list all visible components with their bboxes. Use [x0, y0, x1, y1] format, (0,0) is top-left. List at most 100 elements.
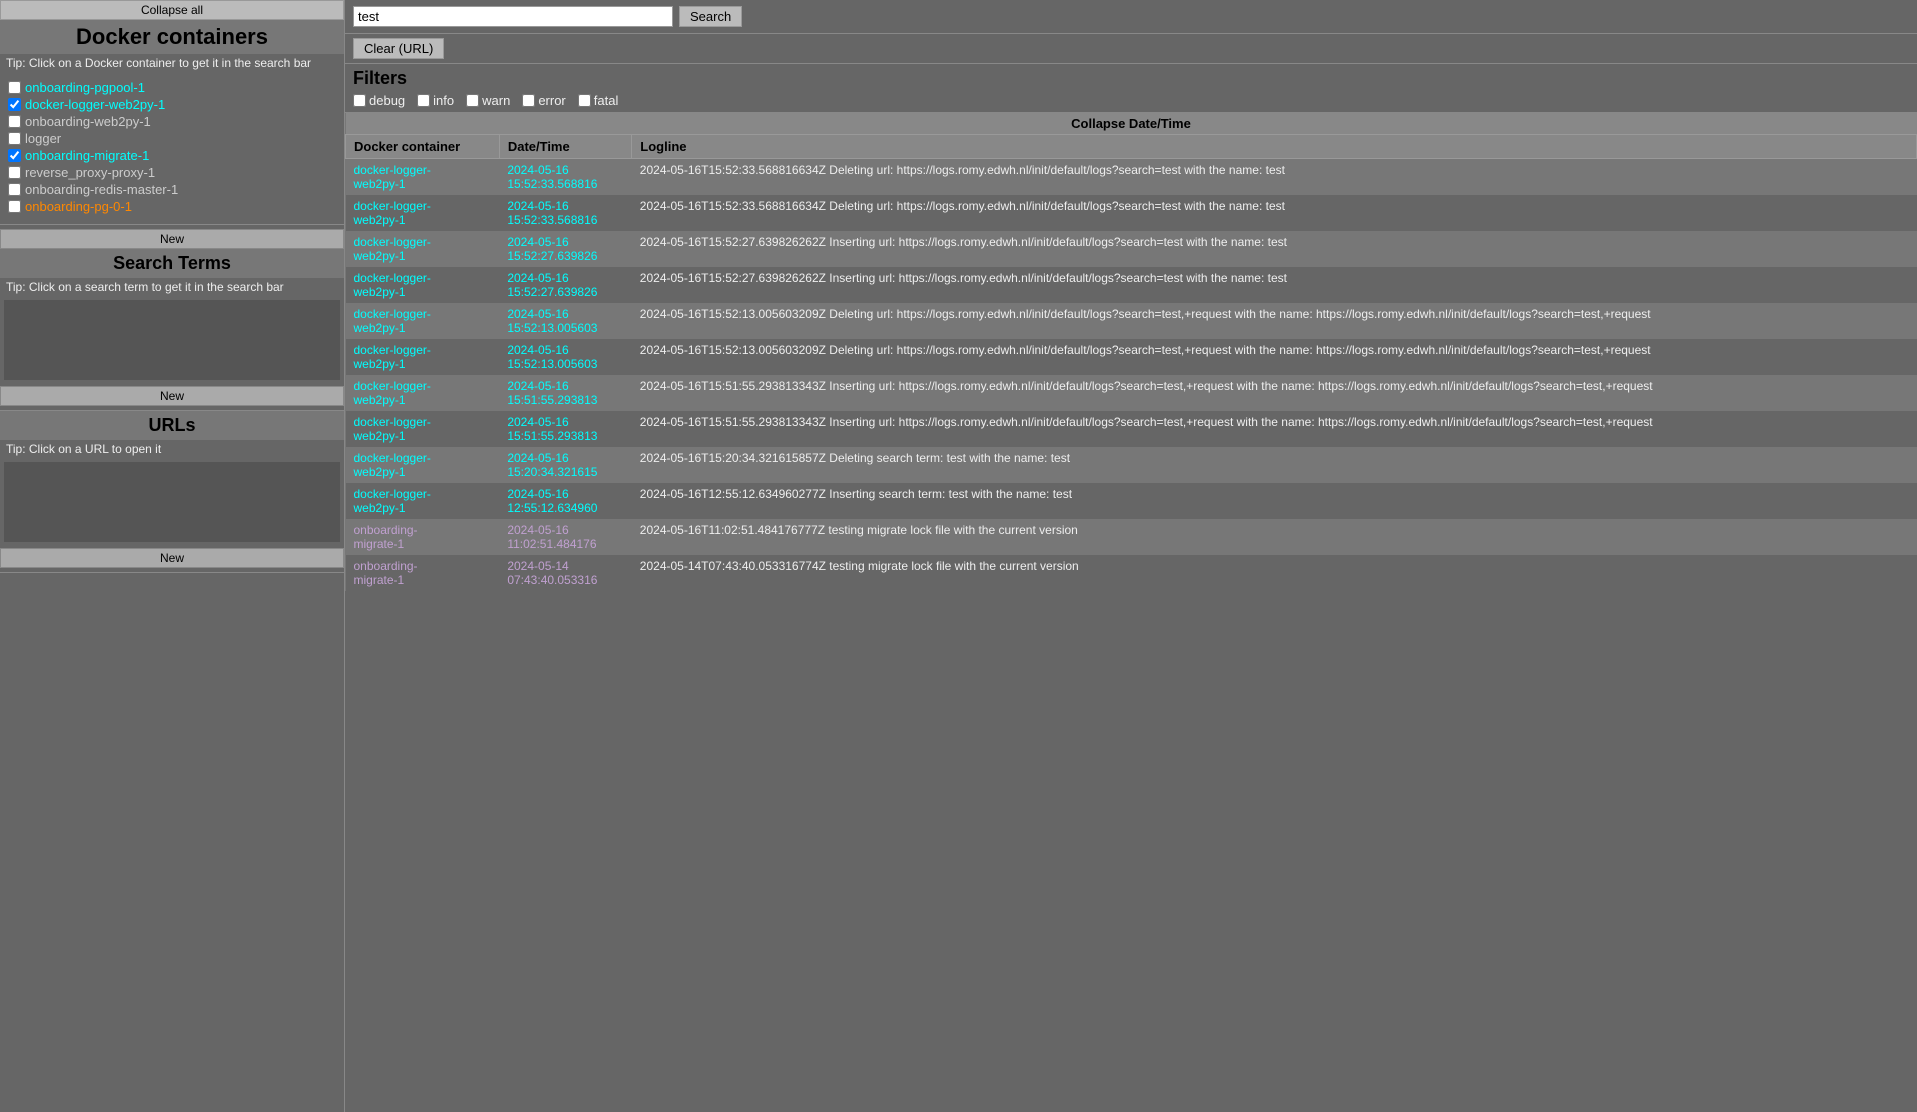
clear-url-button[interactable]: Clear (URL) — [353, 38, 444, 59]
log-container-cell[interactable]: docker-logger-web2py-1 — [346, 267, 500, 303]
filter-item-info: info — [417, 93, 454, 108]
log-logline-cell: 2024-05-16T15:52:27.639826262Z Inserting… — [632, 267, 1917, 303]
docker-containers-tip: Tip: Click on a Docker container to get … — [0, 54, 344, 74]
container-item[interactable]: docker-logger-web2py-1 — [8, 97, 336, 112]
table-row: docker-logger-web2py-12024-05-1612:55:12… — [346, 483, 1917, 519]
container-item[interactable]: onboarding-redis-master-1 — [8, 182, 336, 197]
docker-containers-section: Collapse all Docker containers Tip: Clic… — [0, 0, 344, 225]
container-link[interactable]: onboarding-web2py-1 — [25, 114, 151, 129]
collapse-datetime-row[interactable]: Collapse Date/Time — [346, 113, 1917, 135]
container-item[interactable]: onboarding-web2py-1 — [8, 114, 336, 129]
collapse-all-button[interactable]: Collapse all — [0, 0, 344, 20]
container-item[interactable]: logger — [8, 131, 336, 146]
log-datetime-cell[interactable]: 2024-05-1615:52:13.005603 — [499, 303, 631, 339]
log-container-cell[interactable]: docker-logger-web2py-1 — [346, 375, 500, 411]
container-checkbox[interactable] — [8, 115, 21, 128]
log-container-cell[interactable]: docker-logger-web2py-1 — [346, 411, 500, 447]
table-row: docker-logger-web2py-12024-05-1615:52:13… — [346, 339, 1917, 375]
urls-area — [4, 462, 340, 542]
container-link[interactable]: onboarding-redis-master-1 — [25, 182, 178, 197]
container-checkbox[interactable] — [8, 149, 21, 162]
log-logline-cell: 2024-05-16T15:52:27.639826262Z Inserting… — [632, 231, 1917, 267]
filter-checkbox-fatal[interactable] — [578, 94, 591, 107]
table-row: docker-logger-web2py-12024-05-1615:52:33… — [346, 159, 1917, 196]
log-container-cell[interactable]: docker-logger-web2py-1 — [346, 339, 500, 375]
log-logline-cell: 2024-05-16T15:52:13.005603209Z Deleting … — [632, 303, 1917, 339]
log-logline-cell: 2024-05-16T12:55:12.634960277Z Inserting… — [632, 483, 1917, 519]
log-container-cell[interactable]: onboarding-migrate-1 — [346, 519, 500, 555]
collapse-datetime-label[interactable]: Collapse Date/Time — [346, 113, 1917, 135]
top-bar: Search — [345, 0, 1917, 34]
log-datetime-cell[interactable]: 2024-05-1615:52:27.639826 — [499, 267, 631, 303]
container-link[interactable]: docker-logger-web2py-1 — [25, 97, 165, 112]
filter-checkbox-warn[interactable] — [466, 94, 479, 107]
new-url-button[interactable]: New — [0, 548, 344, 568]
filter-checkboxes: debug info warn error fatal — [353, 93, 1909, 108]
search-button[interactable]: Search — [679, 6, 742, 27]
log-container-cell[interactable]: onboarding-migrate-1 — [346, 555, 500, 591]
filter-checkbox-info[interactable] — [417, 94, 430, 107]
table-row: docker-logger-web2py-12024-05-1615:51:55… — [346, 375, 1917, 411]
container-checkbox[interactable] — [8, 166, 21, 179]
log-datetime-cell[interactable]: 2024-05-1615:52:33.568816 — [499, 159, 631, 196]
col-header-logline: Logline — [632, 135, 1917, 159]
container-item[interactable]: reverse_proxy-proxy-1 — [8, 165, 336, 180]
log-logline-cell: 2024-05-16T15:51:55.293813343Z Inserting… — [632, 411, 1917, 447]
log-container-cell[interactable]: docker-logger-web2py-1 — [346, 159, 500, 196]
log-logline-cell: 2024-05-14T07:43:40.053316774Z testing m… — [632, 555, 1917, 591]
filter-label-error: error — [538, 93, 565, 108]
search-input[interactable] — [353, 6, 673, 27]
container-item[interactable]: onboarding-pgpool-1 — [8, 80, 336, 95]
container-item[interactable]: onboarding-migrate-1 — [8, 148, 336, 163]
log-container-cell[interactable]: docker-logger-web2py-1 — [346, 231, 500, 267]
filter-checkbox-debug[interactable] — [353, 94, 366, 107]
log-datetime-cell[interactable]: 2024-05-1615:20:34.321615 — [499, 447, 631, 483]
log-table-body: docker-logger-web2py-12024-05-1615:52:33… — [346, 159, 1917, 592]
table-row: docker-logger-web2py-12024-05-1615:52:27… — [346, 267, 1917, 303]
col-header-datetime: Date/Time — [499, 135, 631, 159]
container-link[interactable]: onboarding-pg-0-1 — [25, 199, 132, 214]
table-row: docker-logger-web2py-12024-05-1615:52:33… — [346, 195, 1917, 231]
container-checkbox[interactable] — [8, 81, 21, 94]
log-datetime-cell[interactable]: 2024-05-1615:52:33.568816 — [499, 195, 631, 231]
new-search-term-btn2[interactable]: New — [0, 386, 344, 406]
filter-label-debug: debug — [369, 93, 405, 108]
log-container-cell[interactable]: docker-logger-web2py-1 — [346, 447, 500, 483]
filter-item-fatal: fatal — [578, 93, 619, 108]
log-datetime-cell[interactable]: 2024-05-1615:51:55.293813 — [499, 375, 631, 411]
table-row: onboarding-migrate-12024-05-1611:02:51.4… — [346, 519, 1917, 555]
log-container-cell[interactable]: docker-logger-web2py-1 — [346, 303, 500, 339]
container-checkbox[interactable] — [8, 132, 21, 145]
container-link[interactable]: logger — [25, 131, 61, 146]
urls-tip: Tip: Click on a URL to open it — [0, 440, 344, 460]
filters-section: Filters debug info warn error fatal — [345, 64, 1917, 113]
container-checkbox[interactable] — [8, 200, 21, 213]
sidebar: Collapse all Docker containers Tip: Clic… — [0, 0, 345, 1112]
log-datetime-cell[interactable]: 2024-05-1611:02:51.484176 — [499, 519, 631, 555]
new-search-term-button[interactable]: New — [0, 229, 344, 249]
container-link[interactable]: onboarding-migrate-1 — [25, 148, 149, 163]
log-logline-cell: 2024-05-16T15:52:13.005603209Z Deleting … — [632, 339, 1917, 375]
filter-checkbox-error[interactable] — [522, 94, 535, 107]
table-row: onboarding-migrate-12024-05-1407:43:40.0… — [346, 555, 1917, 591]
main-content: Search Clear (URL) Filters debug info warn… — [345, 0, 1917, 1112]
table-row: docker-logger-web2py-12024-05-1615:52:13… — [346, 303, 1917, 339]
container-link[interactable]: reverse_proxy-proxy-1 — [25, 165, 155, 180]
table-header-row: Docker container Date/Time Logline — [346, 135, 1917, 159]
container-checkbox[interactable] — [8, 98, 21, 111]
container-link[interactable]: onboarding-pgpool-1 — [25, 80, 145, 95]
search-terms-area — [4, 300, 340, 380]
log-datetime-cell[interactable]: 2024-05-1615:51:55.293813 — [499, 411, 631, 447]
filter-label-warn: warn — [482, 93, 510, 108]
urls-section: URLs Tip: Click on a URL to open it New — [0, 411, 344, 573]
log-datetime-cell[interactable]: 2024-05-1615:52:27.639826 — [499, 231, 631, 267]
log-container-cell[interactable]: docker-logger-web2py-1 — [346, 195, 500, 231]
table-row: docker-logger-web2py-12024-05-1615:52:27… — [346, 231, 1917, 267]
log-datetime-cell[interactable]: 2024-05-1615:52:13.005603 — [499, 339, 631, 375]
filters-title: Filters — [353, 68, 1909, 89]
log-container-cell[interactable]: docker-logger-web2py-1 — [346, 483, 500, 519]
container-item[interactable]: onboarding-pg-0-1 — [8, 199, 336, 214]
container-checkbox[interactable] — [8, 183, 21, 196]
log-datetime-cell[interactable]: 2024-05-1407:43:40.053316 — [499, 555, 631, 591]
log-datetime-cell[interactable]: 2024-05-1612:55:12.634960 — [499, 483, 631, 519]
